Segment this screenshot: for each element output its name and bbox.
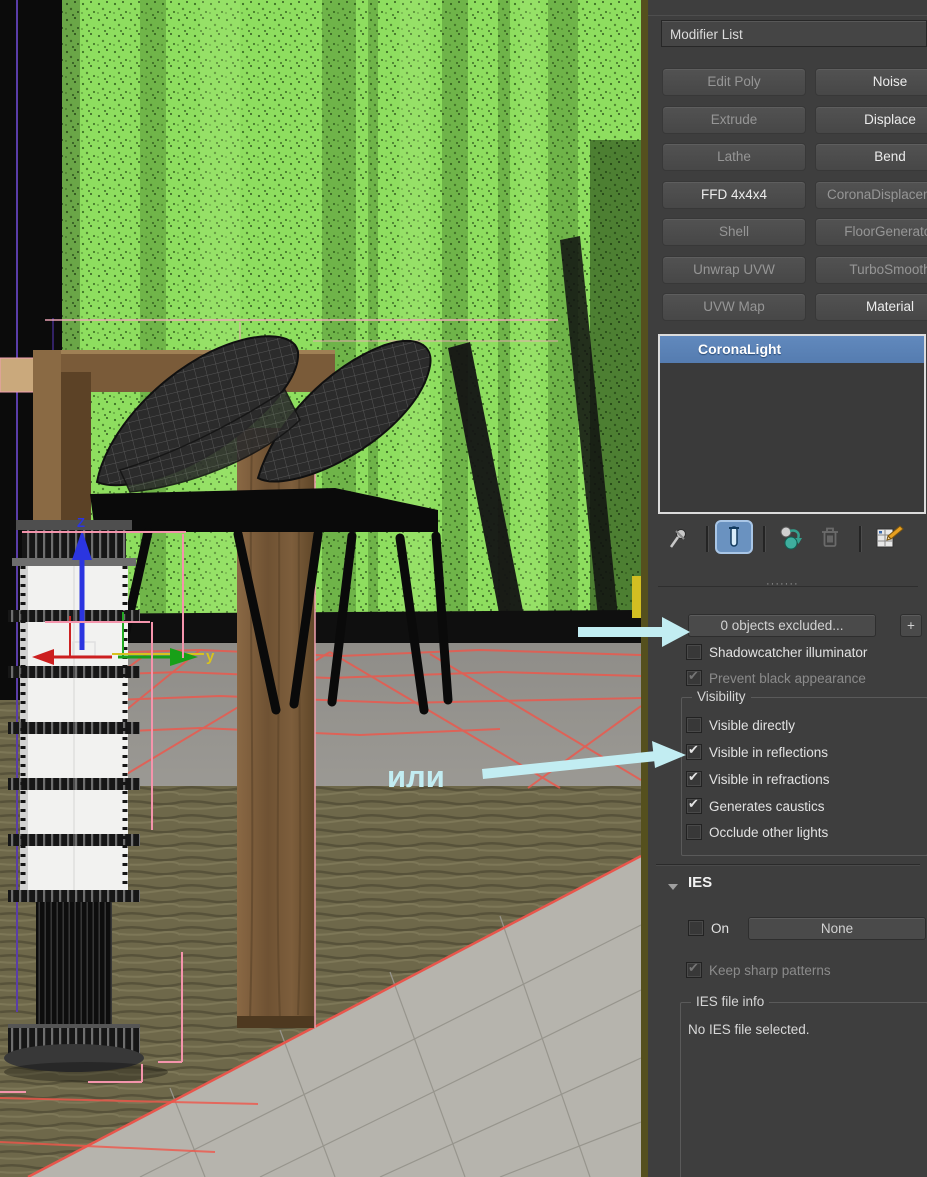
prevent-black-appearance-checkbox[interactable] [686,668,702,686]
splitter-grip[interactable] [766,578,799,590]
pin-stack-icon[interactable] [666,524,690,552]
toolbar-separator [706,526,709,552]
option-generates-caustics: Generates caustics [686,796,825,815]
remove-modifier-icon[interactable] [817,524,843,552]
modifier-button-bend[interactable]: Bend [815,143,927,171]
option-occlude-other-lights: Occlude other lights [686,823,828,841]
modifier-button-uvw-map[interactable]: UVW Map [662,293,806,321]
occlude-other-lights-checkbox[interactable] [686,824,702,840]
modifier-stack-list[interactable]: CoronaLight [658,334,926,514]
modifier-button-turbosmooth[interactable]: TurboSmooth [815,256,927,284]
rollout-collapse-arrow-icon[interactable] [668,884,678,890]
option-prevent-black-appearance: Prevent black appearance [686,668,866,687]
ies-file-info-title: IES file info [691,994,770,1009]
ies-file-info-message: No IES file selected. [688,1022,810,1037]
modifier-button-ffd-4x4x4[interactable]: FFD 4x4x4 [662,181,806,209]
command-panel: Modifier List Edit Poly Noise Extrude Di… [648,0,927,1177]
rollout-divider [656,864,920,866]
show-end-result-icon[interactable] [715,520,753,554]
screenshot-root: Z y Modifier List Edit Poly Noise Extrud… [0,0,927,1177]
shadowcatcher-illuminator-checkbox[interactable] [686,644,702,660]
modifier-button-edit-poly[interactable]: Edit Poly [662,68,806,96]
exclude-objects-button[interactable]: 0 objects excluded... [688,614,876,637]
viewport-3d[interactable]: Z y [0,0,642,1177]
visible-directly-checkbox[interactable] [686,717,702,733]
panel-divider [648,15,927,16]
toolbar-separator [763,526,766,552]
ies-rollout-title[interactable]: IES [688,874,712,891]
gizmo-y-label: y [206,648,215,665]
visibility-group-title: Visibility [692,689,751,704]
make-unique-icon[interactable] [777,524,807,552]
modifier-button-unwrap-uvw[interactable]: Unwrap UVW [662,256,806,284]
visible-in-refractions-checkbox[interactable] [686,769,702,787]
ies-file-none-button[interactable]: None [748,917,926,940]
stack-item-coronalight[interactable]: CoronaLight [660,336,924,363]
option-visible-in-refractions: Visible in refractions [686,769,830,788]
modifier-button-floorgenerator[interactable]: FloorGenerator [815,218,927,246]
modifier-list-dropdown[interactable]: Modifier List [661,20,927,47]
visible-in-reflections-checkbox[interactable] [686,742,702,760]
option-visible-in-reflections: Visible in reflections [686,742,828,761]
option-visible-directly: Visible directly [686,716,795,734]
modifier-button-shell[interactable]: Shell [662,218,806,246]
add-exclude-button[interactable]: + [900,614,922,637]
modifier-button-lathe[interactable]: Lathe [662,143,806,171]
configure-modifier-sets-icon[interactable] [873,524,905,552]
option-keep-sharp-patterns: Keep sharp patterns [686,960,831,979]
modifier-button-extrude[interactable]: Extrude [662,106,806,134]
option-shadowcatcher-illuminator: Shadowcatcher illuminator [686,643,867,661]
modifier-button-corona-displacement[interactable]: CoronaDisplacement [815,181,927,209]
ies-on-checkbox[interactable] [688,920,704,936]
option-ies-on: On [688,919,729,937]
toolbar-separator [859,526,862,552]
modifier-button-noise[interactable]: Noise [815,68,927,96]
gizmo-z-label: Z [77,515,85,530]
keep-sharp-patterns-checkbox[interactable] [686,960,702,978]
modifier-button-displace[interactable]: Displace [815,106,927,134]
yellow-edge-object [632,576,641,618]
viewport-scene[interactable]: Z y [0,0,642,1177]
generates-caustics-checkbox[interactable] [686,796,702,814]
modifier-button-material[interactable]: Material [815,293,927,321]
